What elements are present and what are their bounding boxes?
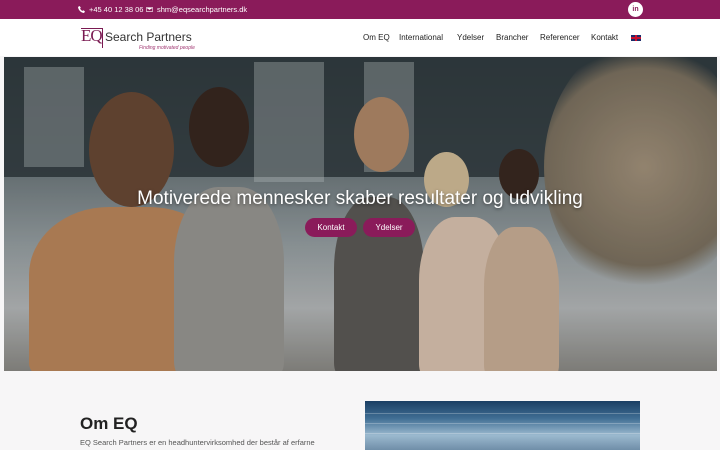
- hero-ydelser-button[interactable]: Ydelser: [363, 218, 415, 237]
- logo-mark: EQ: [81, 26, 103, 45]
- hero-kontakt-button[interactable]: Kontakt: [305, 218, 357, 237]
- about-text: EQ Search Partners er en headhuntervirks…: [80, 438, 315, 447]
- top-contact-bar: +45 40 12 38 06 shm@eqsearchpartners.dk …: [0, 0, 720, 19]
- nav-brancher[interactable]: Brancher: [496, 33, 528, 42]
- envelope-icon: [146, 7, 153, 12]
- about-title: Om EQ: [80, 414, 138, 433]
- phone-contact[interactable]: +45 40 12 38 06: [78, 0, 143, 19]
- logo-tagline: Finding motivated people: [139, 45, 195, 51]
- logo-name: Search Partners: [105, 30, 192, 44]
- linkedin-label: in: [632, 6, 639, 13]
- phone-icon: [78, 6, 85, 13]
- phone-number[interactable]: +45 40 12 38 06: [89, 5, 143, 14]
- nav-kontakt[interactable]: Kontakt: [591, 33, 618, 42]
- email-contact[interactable]: shm@eqsearchpartners.dk: [146, 0, 247, 19]
- nav-international[interactable]: International: [399, 33, 443, 42]
- nav-ydelser[interactable]: Ydelser: [457, 33, 484, 42]
- email-address[interactable]: shm@eqsearchpartners.dk: [157, 5, 247, 14]
- linkedin-icon[interactable]: in: [628, 2, 643, 17]
- uk-flag-icon[interactable]: [631, 35, 641, 41]
- hero-image: [4, 57, 717, 371]
- nav-om-eq[interactable]: Om EQ: [363, 33, 390, 42]
- about-image: [365, 401, 640, 450]
- hero-title: Motiverede mennesker skaber resultater o…: [137, 188, 583, 209]
- nav-referencer[interactable]: Referencer: [540, 33, 580, 42]
